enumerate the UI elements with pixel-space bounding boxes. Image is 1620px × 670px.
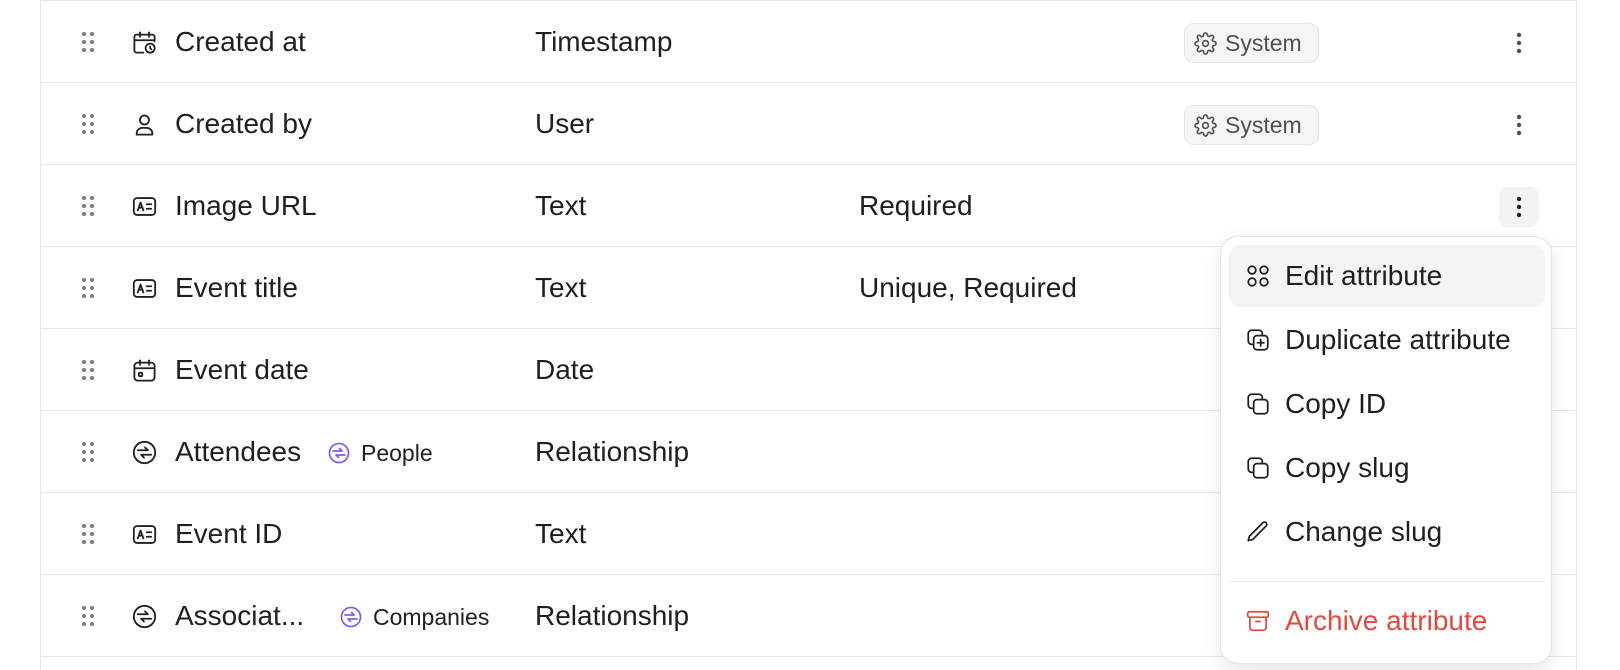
archive-icon: [1246, 610, 1270, 632]
attribute-name: Event date: [175, 354, 309, 385]
table-row[interactable]: Created by User System: [41, 83, 1576, 165]
menu-divider: [1229, 581, 1545, 582]
menu-item-change-slug[interactable]: Change slug: [1229, 501, 1545, 563]
system-badge: System: [1184, 23, 1319, 63]
drag-handle-icon[interactable]: [79, 277, 99, 299]
attribute-constraints: Required: [859, 190, 973, 221]
duplicate-icon: [1247, 329, 1269, 351]
attribute-name: Event ID: [175, 518, 283, 549]
attribute-name: Created at: [175, 26, 306, 57]
attribute-type: Timestamp: [535, 26, 673, 57]
menu-item-label: Edit attribute: [1285, 260, 1443, 291]
attribute-context-menu: Edit attribute Duplicate attribute Copy …: [1220, 236, 1552, 664]
badge-label: System: [1225, 29, 1302, 56]
copy-icon: [1247, 393, 1269, 415]
user-icon: [135, 114, 154, 136]
text-attribute-icon: [132, 525, 157, 544]
more-options-button[interactable]: [1499, 105, 1539, 145]
drag-handle-icon[interactable]: [79, 441, 99, 463]
gear-icon: [1194, 113, 1217, 137]
edit-attribute-icon: [1247, 265, 1269, 287]
menu-item-label: Copy slug: [1285, 452, 1410, 483]
attribute-type: User: [535, 108, 595, 139]
menu-item-label: Copy ID: [1285, 388, 1387, 419]
drag-handle-icon[interactable]: [79, 359, 99, 381]
drag-handle-icon[interactable]: [79, 195, 99, 217]
gear-icon: [1194, 31, 1217, 55]
attribute-name: Associat...: [175, 600, 305, 631]
drag-handle-icon[interactable]: [79, 523, 99, 545]
attribute-name: Attendees: [175, 436, 302, 467]
attribute-type: Text: [535, 518, 587, 549]
text-attribute-icon: [132, 279, 157, 298]
attribute-type: Relationship: [535, 436, 690, 467]
pencil-icon: [1247, 521, 1268, 542]
drag-handle-icon[interactable]: [79, 31, 99, 53]
menu-item-label: Duplicate attribute: [1285, 324, 1511, 355]
menu-item-label: Archive attribute: [1285, 605, 1488, 636]
text-attribute-icon: [132, 197, 157, 216]
calendar-clock-icon: [133, 31, 156, 54]
attribute-type: Relationship: [535, 600, 690, 631]
table-row[interactable]: Image URL Text Required: [41, 165, 1576, 247]
related-object-label: People: [361, 439, 433, 466]
related-object-tag[interactable]: Companies: [339, 604, 489, 630]
relationship-icon: [132, 440, 157, 465]
menu-item-copy-slug[interactable]: Copy slug: [1229, 437, 1545, 499]
more-options-button[interactable]: [1499, 23, 1539, 63]
relationship-icon: [340, 606, 362, 628]
related-object-tag[interactable]: People: [327, 440, 433, 466]
attribute-type: Text: [535, 272, 587, 303]
menu-item-label: Change slug: [1285, 516, 1443, 547]
more-options-button[interactable]: [1499, 187, 1539, 227]
related-object-label: Companies: [373, 603, 490, 630]
menu-item-copy-id[interactable]: Copy ID: [1229, 373, 1545, 435]
attribute-name: Image URL: [175, 190, 317, 221]
more-vertical-icon: [1516, 32, 1522, 54]
calendar-icon: [133, 359, 156, 382]
drag-handle-icon[interactable]: [79, 605, 99, 627]
drag-handle-icon[interactable]: [79, 113, 99, 135]
menu-item-edit-attribute[interactable]: Edit attribute: [1229, 245, 1545, 307]
menu-item-archive-attribute[interactable]: Archive attribute: [1229, 590, 1545, 652]
copy-icon: [1247, 457, 1269, 479]
attribute-type: Text: [535, 190, 587, 221]
more-vertical-icon: [1516, 196, 1522, 218]
attribute-constraints: Unique, Required: [859, 272, 1077, 303]
more-vertical-icon: [1516, 114, 1522, 136]
system-badge: System: [1184, 105, 1319, 145]
menu-item-duplicate-attribute[interactable]: Duplicate attribute: [1229, 309, 1545, 371]
badge-label: System: [1225, 111, 1302, 138]
attribute-name: Event title: [175, 272, 298, 303]
relationship-icon: [132, 604, 157, 629]
table-row[interactable]: Created at Timestamp System: [41, 1, 1576, 83]
attribute-name: Created by: [175, 108, 312, 139]
relationship-icon: [328, 442, 350, 464]
attribute-type: Date: [535, 354, 595, 385]
